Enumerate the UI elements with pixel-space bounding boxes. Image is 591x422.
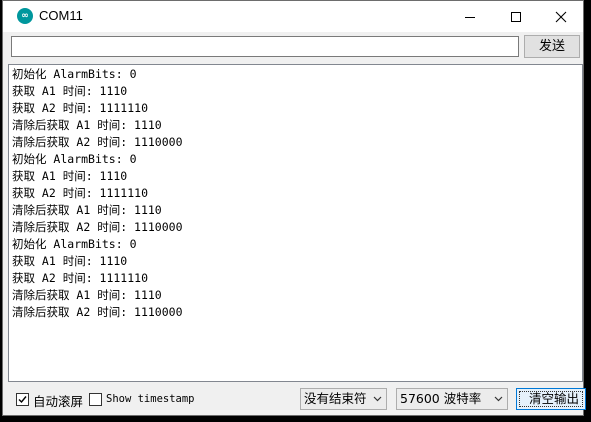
- baud-rate-select[interactable]: 57600 波特率: [396, 388, 508, 410]
- arduino-icon: ∞: [17, 8, 33, 24]
- autoscroll-checkbox[interactable]: [16, 393, 29, 406]
- output-line: 初始化 AlarmBits: 0: [12, 237, 137, 251]
- output-line: 初始化 AlarmBits: 0: [12, 152, 137, 166]
- output-line: 获取 A2 时间: 1111110: [12, 186, 149, 200]
- timestamp-checkbox[interactable]: [89, 393, 102, 406]
- send-row: 发送: [3, 32, 583, 64]
- output-line: 获取 A1 时间: 1110: [12, 84, 128, 98]
- output-line: 获取 A1 时间: 1110: [12, 254, 128, 268]
- window-title: COM11: [39, 8, 83, 23]
- chevron-down-icon: [373, 396, 382, 402]
- output-line: 获取 A2 时间: 1111110: [12, 101, 149, 115]
- maximize-button[interactable]: [493, 1, 539, 32]
- serial-monitor-window: ∞ COM11 发送 初始化 AlarmBits: 0 获取 A1 时间: 111…: [2, 0, 586, 416]
- title-bar: ∞ COM11: [3, 1, 583, 32]
- autoscroll-label[interactable]: 自动滚屏: [33, 391, 83, 410]
- minimize-icon: [465, 16, 475, 18]
- send-button[interactable]: 发送: [524, 35, 580, 58]
- timestamp-label[interactable]: Show timestamp: [106, 393, 195, 405]
- output-line: 初始化 AlarmBits: 0: [12, 67, 137, 81]
- output-line: 清除后获取 A2 时间: 1110000: [12, 135, 183, 149]
- chevron-down-icon: [494, 396, 503, 402]
- output-line: 获取 A1 时间: 1110: [12, 169, 128, 183]
- checkmark-icon: [18, 396, 27, 404]
- output-line: 清除后获取 A1 时间: 1110: [12, 118, 162, 132]
- line-ending-select[interactable]: 没有结束符: [300, 388, 387, 410]
- close-button[interactable]: [538, 1, 584, 32]
- minimize-button[interactable]: [447, 1, 493, 32]
- output-line: 清除后获取 A1 时间: 1110: [12, 203, 162, 217]
- output-line: 清除后获取 A1 时间: 1110: [12, 288, 162, 302]
- line-ending-value: 没有结束符: [304, 391, 367, 406]
- baud-rate-value: 57600 波特率: [400, 391, 482, 406]
- output-line: 获取 A2 时间: 1111110: [12, 271, 149, 285]
- output-line: 清除后获取 A2 时间: 1110000: [12, 305, 183, 319]
- status-bar: 自动滚屏 Show timestamp 没有结束符 57600 波特率 清空输出: [3, 382, 586, 415]
- output-line: 清除后获取 A2 时间: 1110000: [12, 220, 183, 234]
- send-input[interactable]: [11, 36, 519, 57]
- output-lines: 初始化 AlarmBits: 0 获取 A1 时间: 1110 获取 A2 时间: …: [12, 66, 579, 321]
- clear-output-button[interactable]: 清空输出: [516, 388, 586, 410]
- serial-output[interactable]: 初始化 AlarmBits: 0 获取 A1 时间: 1110 获取 A2 时间: …: [8, 64, 583, 382]
- maximize-icon: [511, 11, 521, 22]
- close-icon: [555, 11, 567, 22]
